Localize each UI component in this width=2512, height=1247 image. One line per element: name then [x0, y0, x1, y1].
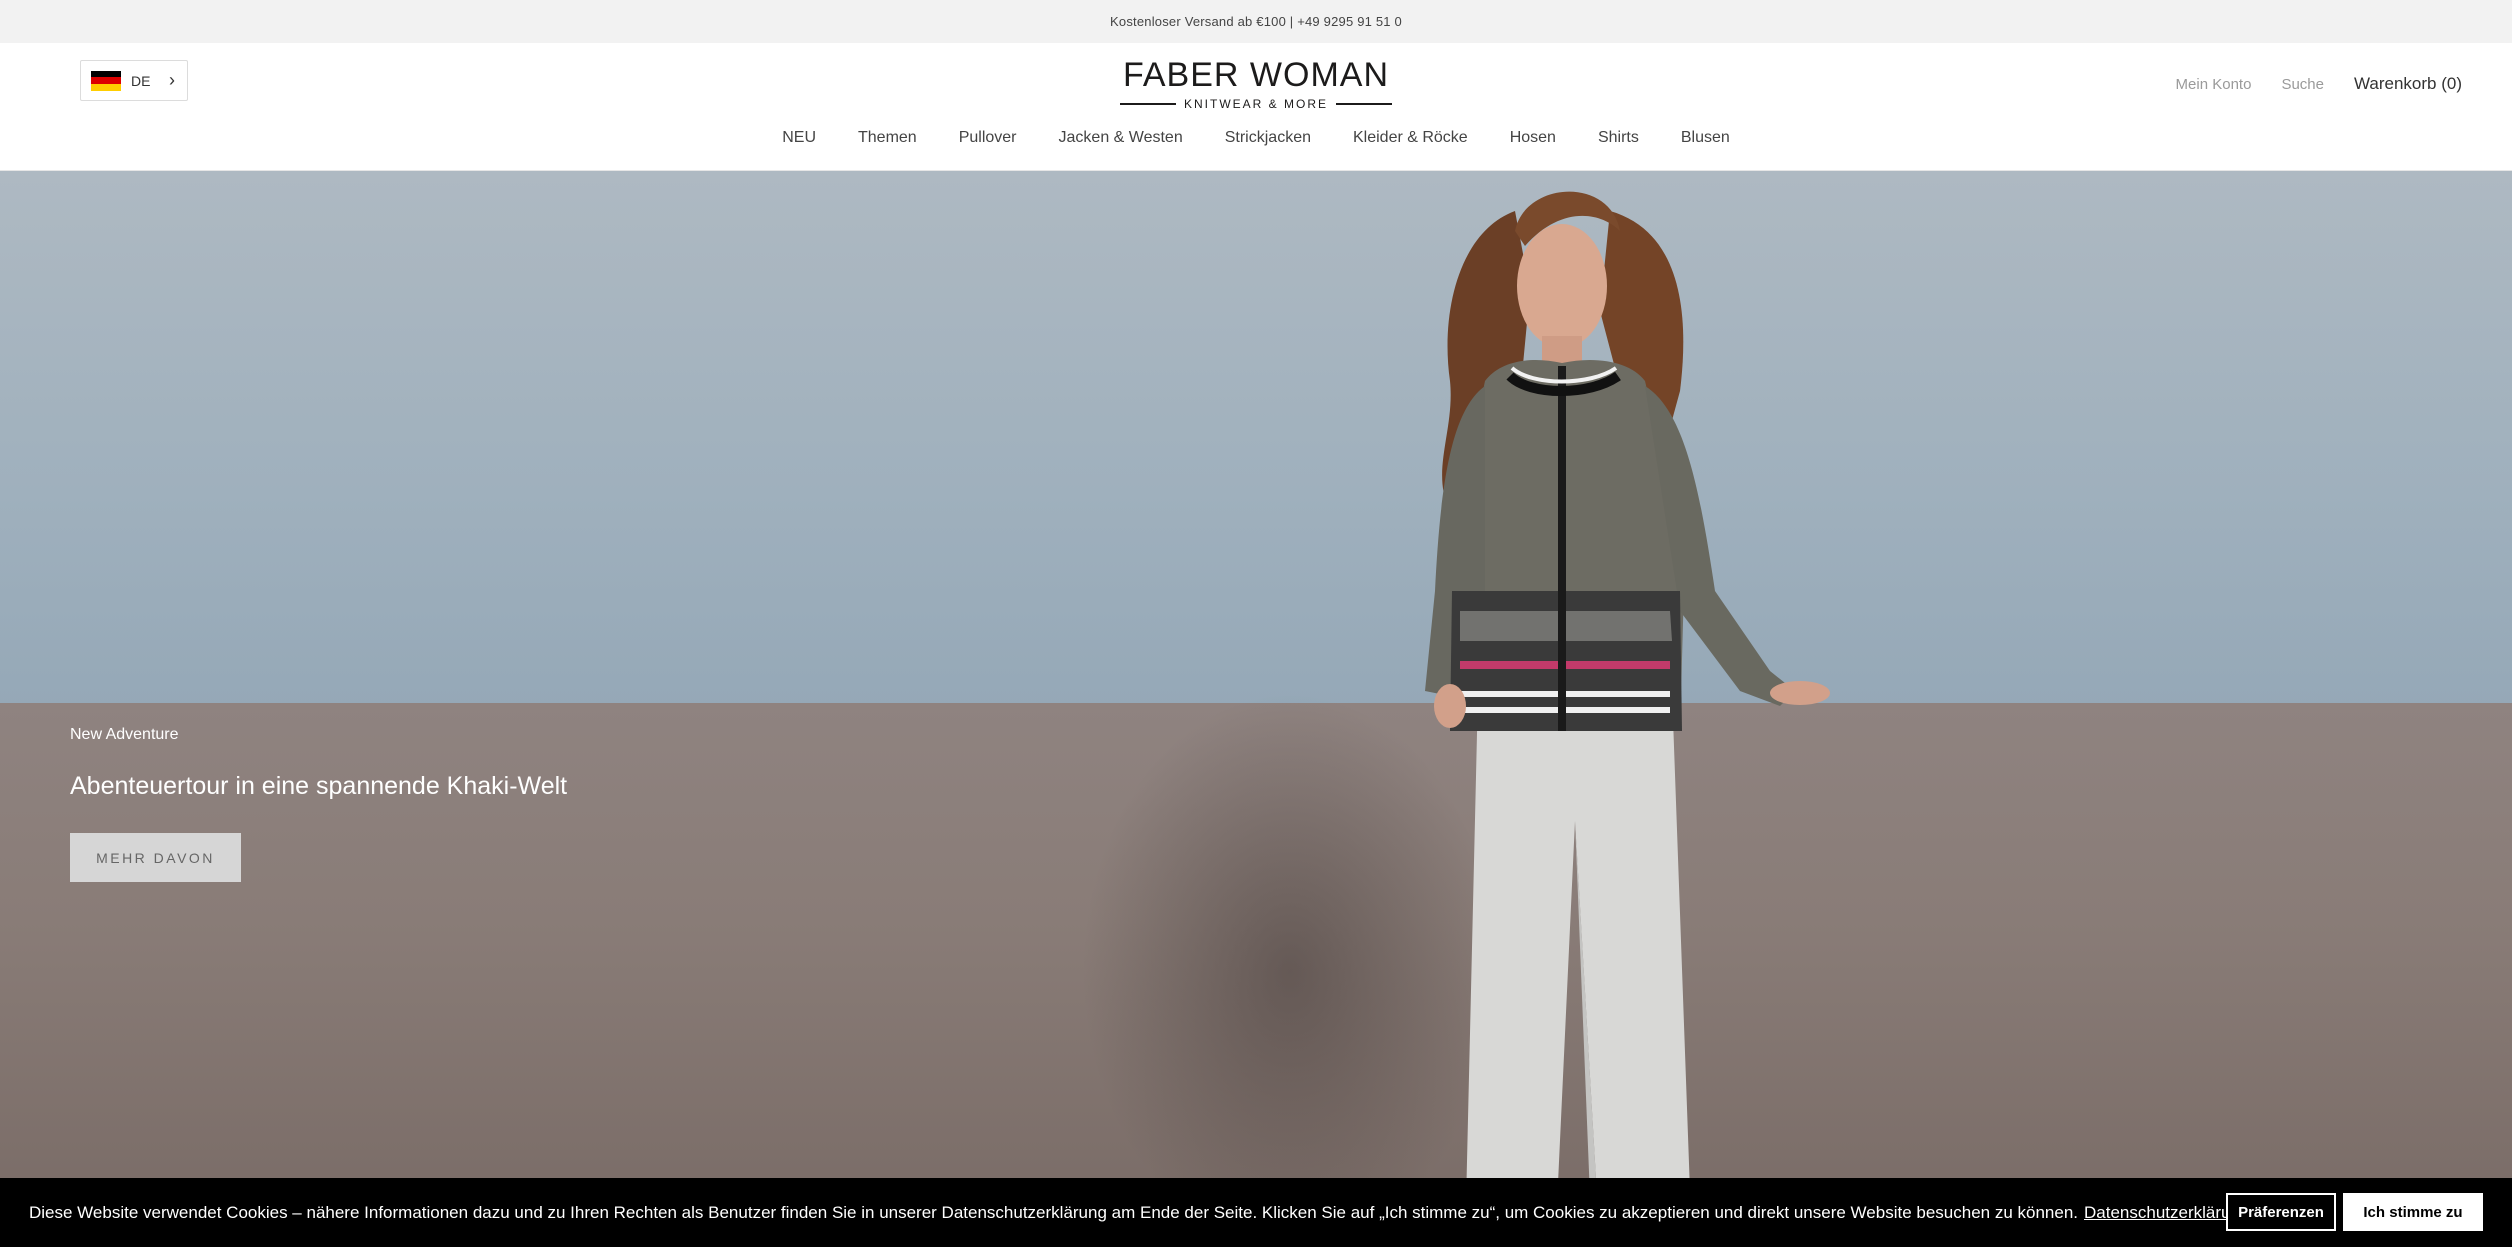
nav-item-jacken-westen[interactable]: Jacken & Westen	[1059, 129, 1183, 147]
nav-item-themen[interactable]: Themen	[858, 129, 917, 147]
language-code: DE	[131, 72, 151, 89]
chevron-right-icon: ›	[169, 70, 175, 90]
announcement-text: Kostenloser Versand ab €100 | +49 9295 9…	[1110, 14, 1402, 29]
cookie-text: Diese Website verwendet Cookies – nähere…	[29, 1202, 2078, 1222]
logo-title: FABER WOMAN	[1122, 56, 1390, 94]
hero-text: New Adventure Abenteuertour in eine span…	[70, 726, 567, 801]
search-link[interactable]: Suche	[2281, 76, 2324, 93]
nav-item-neu[interactable]: NEU	[782, 129, 816, 147]
nav-item-kleider-roecke[interactable]: Kleider & Röcke	[1353, 129, 1468, 147]
german-flag-icon	[91, 70, 121, 91]
cookie-banner: Diese Website verwendet Cookies – nähere…	[0, 1178, 2512, 1247]
nav-item-blusen[interactable]: Blusen	[1681, 129, 1730, 147]
hero-cta-button[interactable]: MEHR DAVON	[70, 833, 241, 882]
logo-subtitle: KNITWEAR & MORE	[1184, 97, 1329, 111]
nav-item-hosen[interactable]: Hosen	[1510, 129, 1556, 147]
cart-link[interactable]: Warenkorb (0)	[2354, 74, 2462, 94]
logo-rule-right	[1336, 103, 1393, 105]
main-nav: NEU Themen Pullover Jacken & Westen Stri…	[0, 129, 2512, 147]
hero-banner: New Adventure Abenteuertour in eine span…	[0, 171, 2512, 1247]
announcement-bar: Kostenloser Versand ab €100 | +49 9295 9…	[0, 0, 2512, 43]
header-links: Mein Konto Suche Warenkorb (0)	[2176, 74, 2462, 94]
language-selector[interactable]: DE ›	[80, 60, 188, 101]
cookie-accept-button[interactable]: Ich stimme zu	[2343, 1193, 2483, 1231]
cookie-preferences-button[interactable]: Präferenzen	[2226, 1193, 2336, 1231]
hero-model-image	[1425, 191, 1830, 1247]
hero-heading: Abenteuertour in eine spannende Khaki-We…	[70, 772, 568, 800]
account-link[interactable]: Mein Konto	[2176, 76, 2252, 93]
hero-kicker: New Adventure	[70, 726, 179, 743]
nav-item-pullover[interactable]: Pullover	[959, 129, 1017, 147]
privacy-link[interactable]: Datenschutzerklärung	[2084, 1203, 2249, 1223]
logo-subtitle-row: KNITWEAR & MORE	[1120, 97, 1393, 111]
brand-logo[interactable]: FABER WOMAN KNITWEAR & MORE	[1120, 56, 1393, 111]
nav-item-shirts[interactable]: Shirts	[1598, 129, 1639, 147]
nav-item-strickjacken[interactable]: Strickjacken	[1225, 129, 1311, 147]
site-header: DE › FABER WOMAN KNITWEAR & MORE Mein Ko…	[0, 43, 2512, 171]
logo-rule-left	[1120, 103, 1176, 105]
